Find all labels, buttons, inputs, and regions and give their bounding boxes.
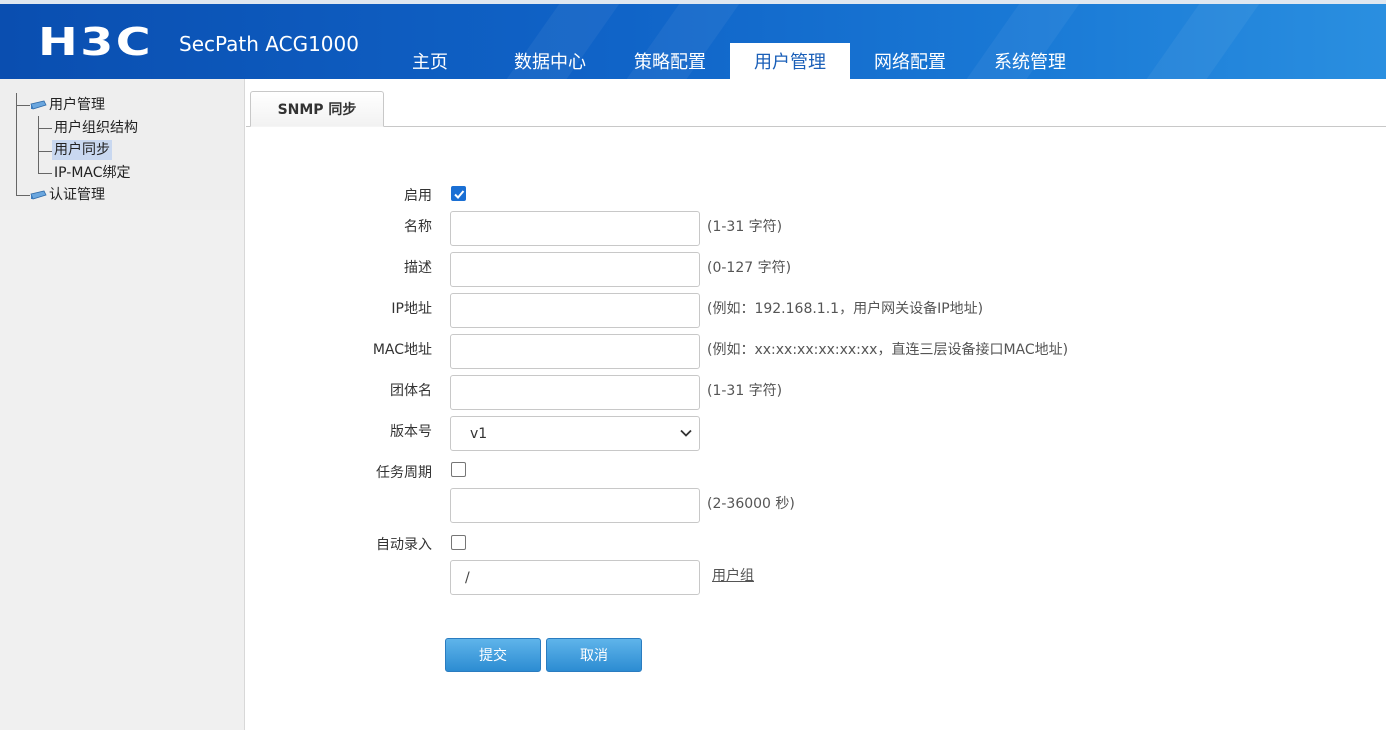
folder-icon <box>30 190 47 200</box>
description-input[interactable] <box>450 252 700 287</box>
user-group-link[interactable]: 用户组 <box>712 565 754 585</box>
nav-tab-data-center[interactable]: 数据中心 <box>490 43 610 79</box>
tree-line <box>16 93 17 195</box>
name-label: 名称 <box>404 219 432 235</box>
description-label: 描述 <box>404 260 432 276</box>
checkmark-icon <box>454 190 465 199</box>
community-label: 团体名 <box>390 383 432 399</box>
tree-line <box>38 151 52 152</box>
h3c-logo: H3C <box>38 20 154 64</box>
mac-label: MAC地址 <box>372 342 432 358</box>
community-input[interactable] <box>450 375 700 410</box>
sidebar: 用户管理 用户组织结构 用户同步 IP-MAC绑定 认证管理 <box>0 79 245 730</box>
content-tabbar: SNMP 同步 <box>246 79 1386 127</box>
mac-hint: (例如：xx:xx:xx:xx:xx:xx，直连三层设备接口MAC地址) <box>707 342 1069 358</box>
nav-tree: 用户管理 用户组织结构 用户同步 IP-MAC绑定 认证管理 <box>0 79 244 210</box>
auto-enroll-checkbox[interactable] <box>451 535 466 550</box>
task-period-hint: (2-36000 秒) <box>707 496 795 512</box>
tree-line <box>38 128 52 129</box>
task-period-label: 任务周期 <box>376 465 432 481</box>
tab-snmp-sync[interactable]: SNMP 同步 <box>250 91 384 127</box>
mac-input[interactable] <box>450 334 700 369</box>
nav-tab-user-management[interactable]: 用户管理 <box>730 43 850 79</box>
task-period-checkbox[interactable] <box>451 462 466 477</box>
tree-line <box>16 105 30 106</box>
product-name: SecPath ACG1000 <box>179 32 359 56</box>
enable-checkbox[interactable] <box>451 186 466 201</box>
name-input[interactable] <box>450 211 700 246</box>
ip-label: IP地址 <box>391 301 432 317</box>
tree-node-ip-mac[interactable]: IP-MAC绑定 <box>52 163 133 183</box>
submit-button[interactable]: 提交 <box>445 638 541 672</box>
tree-line <box>38 173 52 174</box>
folder-icon <box>30 100 47 110</box>
auto-enroll-label: 自动录入 <box>376 537 432 553</box>
version-selected-value: v1 <box>470 425 488 442</box>
tree-node-user-management[interactable]: 用户管理 <box>47 95 107 115</box>
tree-line <box>38 116 39 174</box>
description-hint: (0-127 字符) <box>707 260 792 276</box>
community-hint: (1-31 字符) <box>707 383 783 399</box>
ip-hint: (例如：192.168.1.1，用户网关设备IP地址) <box>707 301 984 317</box>
task-period-input[interactable] <box>450 488 700 523</box>
tree-line <box>16 195 30 196</box>
top-header: H3C SecPath ACG1000 主页 数据中心 策略配置 用户管理 网络… <box>0 0 1386 79</box>
ip-input[interactable] <box>450 293 700 328</box>
main-nav: 主页 数据中心 策略配置 用户管理 网络配置 系统管理 <box>370 43 1090 79</box>
nav-tab-system[interactable]: 系统管理 <box>970 43 1090 79</box>
nav-tab-policy[interactable]: 策略配置 <box>610 43 730 79</box>
nav-tab-network[interactable]: 网络配置 <box>850 43 970 79</box>
chevron-down-icon <box>680 429 692 437</box>
version-select[interactable]: v1 <box>450 416 700 451</box>
tree-node-user-org[interactable]: 用户组织结构 <box>52 118 140 138</box>
nav-tab-home[interactable]: 主页 <box>370 43 490 79</box>
name-hint: (1-31 字符) <box>707 219 783 235</box>
version-label: 版本号 <box>390 424 432 440</box>
enable-label: 启用 <box>404 188 432 204</box>
tree-node-auth-management[interactable]: 认证管理 <box>47 185 107 205</box>
tree-node-user-sync[interactable]: 用户同步 <box>52 140 112 160</box>
user-group-input[interactable] <box>450 560 700 595</box>
cancel-button[interactable]: 取消 <box>546 638 642 672</box>
